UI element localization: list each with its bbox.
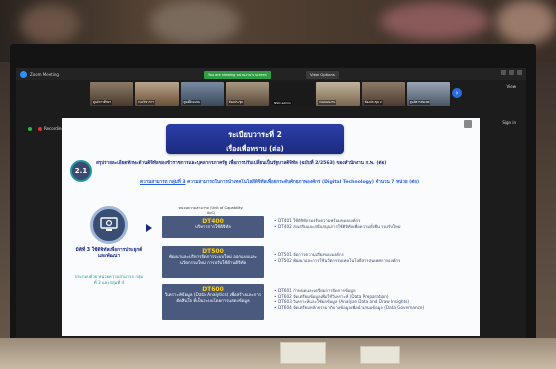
paper-sheet <box>360 346 400 364</box>
recording-indicator: Recording <box>28 126 64 131</box>
slide-title-box: ระเบียบวาระที่ 2 เรื่องเพื่อทราบ (ต่อ) <box>166 124 344 154</box>
unit-code: DT500 <box>202 248 224 255</box>
connection-status-icon <box>28 126 32 131</box>
competency-description: ความสามารถในการนำเทคโนโลยีดิจิทัลเพื่อยก… <box>187 180 420 185</box>
participant-name: NSO admin <box>273 101 292 105</box>
participant-name: กองแผนงาน <box>318 100 337 105</box>
desk-surface <box>0 338 556 369</box>
video-gallery-strip: ศูนย์การศึกษา กองวิชาการ ศูนย์ฝึกอบรม ห้… <box>90 82 450 106</box>
slide-title: ระเบียบวาระที่ 2 <box>228 130 282 139</box>
app-title: Zoom Meeting <box>30 71 59 77</box>
arrow-right-icon <box>146 224 152 232</box>
dimension-card: มิติที่ 3 ใช้ดิจิทัลเพื่อการประยุกต์และพ… <box>74 206 144 324</box>
unit-name: พัฒนาและบริหารจัดการระบบใหม่ ออกแบบและนว… <box>169 255 257 266</box>
unit-box-dt600: DT600 วิเคราะห์ข้อมูล (Data Analytics) เ… <box>162 284 264 320</box>
slide-subtitle: เรื่องเพื่อทราบ (ต่อ) <box>226 145 284 153</box>
video-tile[interactable]: NSO admin <box>271 82 315 106</box>
agenda-item-number: 2.1 <box>70 160 92 182</box>
unit-code: DT400 <box>202 218 224 225</box>
video-tile[interactable]: ศูนย์สารสนเทศ <box>406 82 450 106</box>
dimension-title: มิติที่ 3 ใช้ดิจิทัลเพื่อการประยุกต์และพ… <box>75 248 143 259</box>
unit-elements-dt400: DT401 ใช้ดิจิทัลรองรับความพร้อมขององค์กร… <box>274 218 474 229</box>
view-options-button[interactable]: View Options <box>306 71 339 79</box>
close-icon[interactable] <box>517 70 522 75</box>
unit-header: หน่วยความสามารถ (Unit of Capability: UoC… <box>178 206 244 215</box>
sign-in-link[interactable]: Sign in <box>502 120 516 125</box>
video-tile[interactable]: ศูนย์ฝึกอบรม <box>180 82 224 106</box>
participant-name: ศูนย์สารสนเทศ <box>408 100 431 105</box>
background-person <box>20 4 80 44</box>
agenda-item-text: สรุปรายละเอียดทักษะด้านดิจิทัลของข้าราชก… <box>96 161 387 166</box>
unit-box-dt400: DT400 บริหารการใช้ดิจิทัล <box>162 216 264 238</box>
minimize-icon[interactable] <box>501 70 506 75</box>
element-item: DT604 จัดเตรียมหลักธรรมาภิบาลข้อมูลเพื่อ… <box>274 305 474 311</box>
video-tile[interactable]: กองแผนงาน <box>316 82 360 106</box>
next-page-icon[interactable]: › <box>452 88 462 98</box>
digital-capability-icon <box>90 206 128 244</box>
video-tile[interactable]: กองวิชาการ <box>135 82 179 106</box>
video-tile[interactable]: ห้องประชุม <box>225 82 269 106</box>
unit-name: วิเคราะห์ข้อมูล (Data Analytics) เพื่อสร… <box>164 293 262 304</box>
background-person <box>150 0 240 44</box>
screen-share-banner: You are viewing หน่วยงาน's screen <box>204 71 271 79</box>
element-item: DT402 ส่งเสริมและสนับสนุนการใช้ดิจิทัลเพ… <box>274 224 474 230</box>
window-controls <box>501 70 522 75</box>
participant-name: ห้องประชุม 2 <box>363 100 383 105</box>
video-tile[interactable]: ศูนย์การศึกษา <box>90 82 134 106</box>
recording-icon <box>38 126 42 131</box>
unit-box-dt500: DT500 พัฒนาและบริหารจัดการระบบใหม่ ออกแบ… <box>162 246 264 278</box>
dimension-note: ประกอบด้วย หน่วยความสามารถ กลุ่มที่ 3 แล… <box>74 274 144 285</box>
unit-name: บริหารการใช้ดิจิทัล <box>195 225 231 230</box>
unit-code: DT600 <box>202 286 224 293</box>
background-person <box>496 0 556 44</box>
participant-name: ศูนย์การศึกษา <box>92 100 113 105</box>
participant-name: กองวิชาการ <box>137 100 155 105</box>
recording-label: Recording <box>44 126 65 131</box>
shared-slide: ระเบียบวาระที่ 2 เรื่องเพื่อทราบ (ต่อ) 2… <box>62 118 480 336</box>
zoom-logo-icon <box>20 70 27 78</box>
view-button[interactable]: View <box>507 84 517 89</box>
title-bar: Zoom Meeting <box>16 68 526 80</box>
competency-prefix: ความสามารถ กลุ่มที่ 3 <box>140 180 186 185</box>
zoom-window: Zoom Meeting You are viewing หน่วยงาน's … <box>16 68 526 350</box>
paper-sheet <box>280 342 326 364</box>
background-person <box>380 2 490 40</box>
participant-name: ห้องประชุม <box>227 100 245 105</box>
unit-elements-dt600: DT601 กำหนดและเตรียมการจัดการข้อมูล DT60… <box>274 288 474 310</box>
organization-logo-icon <box>464 120 472 128</box>
participant-name: ศูนย์ฝึกอบรม <box>182 100 202 105</box>
competency-group-text: ความสามารถ กลุ่มที่ 3 ความสามารถในการนำเ… <box>140 179 460 186</box>
unit-elements-dt500: DT501 จัดการความเสี่ยงขององค์กร DT502 พั… <box>274 252 474 263</box>
video-tile[interactable]: ห้องประชุม 2 <box>361 82 405 106</box>
element-item: DT502 พัฒนาและการใช้นวัตกรรมเทคโนโลยีสาร… <box>274 258 474 264</box>
maximize-icon[interactable] <box>509 70 514 75</box>
